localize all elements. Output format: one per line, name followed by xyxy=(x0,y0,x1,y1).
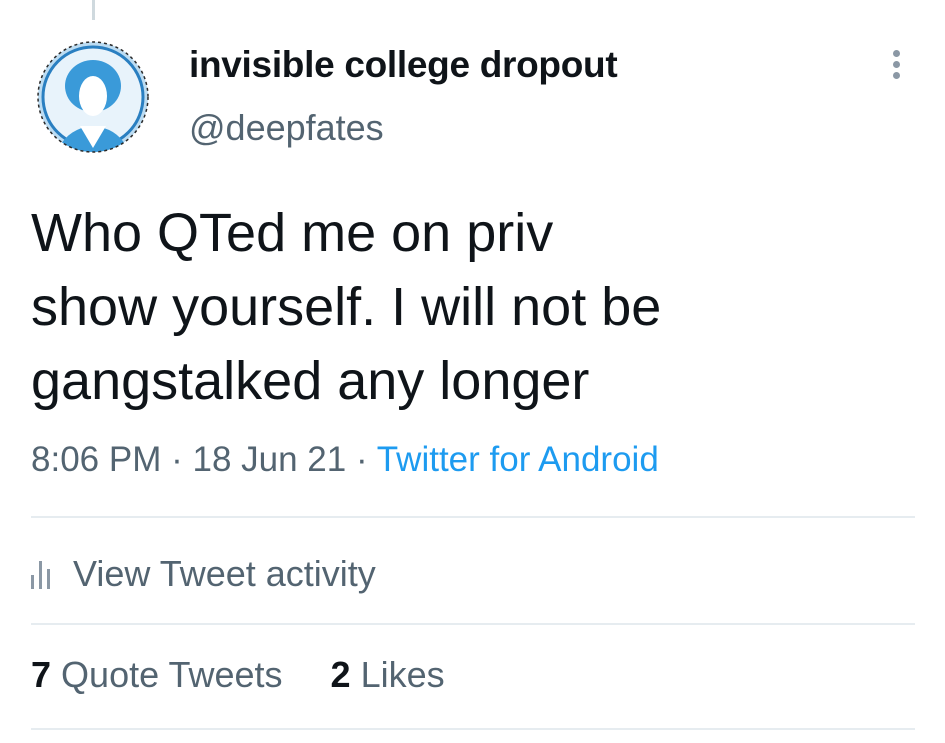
quote-tweets-label: Quote Tweets xyxy=(61,654,283,695)
divider xyxy=(31,516,915,518)
divider xyxy=(31,728,915,730)
likes-link[interactable]: 2 Likes xyxy=(331,654,445,695)
tweet-stats: 7 Quote Tweets 2 Likes xyxy=(31,654,445,696)
avatar-icon xyxy=(37,41,149,153)
avatar[interactable] xyxy=(36,40,150,154)
tweet-text-line: show yourself. I will not be xyxy=(31,277,662,337)
meta-separator: · xyxy=(355,440,368,479)
tweet-text-line: Who QTed me on priv xyxy=(31,203,554,263)
more-vertical-icon[interactable] xyxy=(886,50,906,86)
quote-tweets-link[interactable]: 7 Quote Tweets xyxy=(31,654,293,695)
tweet-text-line: gangstalked any longer xyxy=(31,351,590,411)
tweet-text: Who QTed me on priv show yourself. I wil… xyxy=(31,196,911,418)
tweet-meta: 8:06 PM · 18 Jun 21 · Twitter for Androi… xyxy=(31,440,659,480)
likes-label: Likes xyxy=(360,654,445,695)
quote-tweets-count: 7 xyxy=(31,654,52,695)
author-handle[interactable]: @deepfates xyxy=(189,107,384,149)
view-tweet-activity-label: View Tweet activity xyxy=(73,553,376,594)
likes-count: 2 xyxy=(330,654,351,695)
divider xyxy=(31,623,915,625)
view-tweet-activity-button[interactable]: View Tweet activity xyxy=(31,548,376,600)
thread-connector-line xyxy=(92,0,95,20)
tweet-source-link[interactable]: Twitter for Android xyxy=(377,440,659,479)
author-display-name[interactable]: invisible college dropout xyxy=(189,44,618,86)
tweet-time[interactable]: 8:06 PM xyxy=(31,440,161,479)
bar-chart-icon xyxy=(31,559,59,589)
meta-separator: · xyxy=(171,440,183,479)
tweet-date[interactable]: 18 Jun 21 xyxy=(192,440,346,479)
